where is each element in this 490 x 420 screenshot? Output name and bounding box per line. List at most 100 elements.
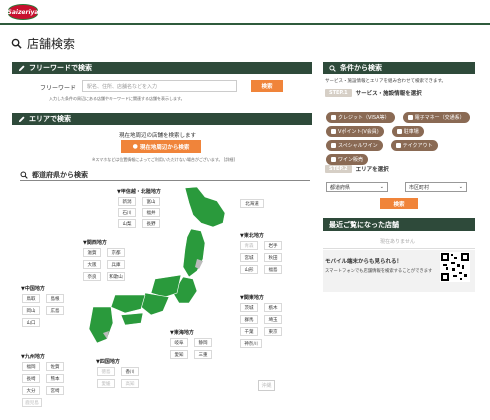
pref-kanagawa[interactable]: 神奈川: [240, 339, 262, 348]
map-kyushu[interactable]: [88, 306, 114, 344]
pref-fukui[interactable]: 福井: [142, 208, 160, 217]
chip-vpoint[interactable]: Vポイント(V会員): [326, 126, 384, 137]
pref-yamaguchi[interactable]: 山口: [22, 318, 40, 327]
pref-hyogo[interactable]: 兵庫: [107, 260, 125, 269]
recent-empty: 現在ありません: [380, 239, 415, 245]
city-select[interactable]: 市区町村 ⌄: [405, 182, 467, 192]
pref-wakayama[interactable]: 和歌山: [107, 272, 125, 281]
pencil-icon: [18, 115, 25, 122]
pref-shizuoka[interactable]: 静岡: [194, 338, 212, 347]
map-chugoku[interactable]: [110, 294, 146, 314]
pref-akita[interactable]: 秋田: [264, 253, 282, 262]
freeword-input[interactable]: 駅名、住所、店舗名などを入力: [82, 80, 237, 92]
conditions-search-button[interactable]: 検索: [380, 198, 418, 209]
pref-saitama[interactable]: 埼玉: [264, 315, 282, 324]
pref-kochi[interactable]: 高知: [121, 379, 139, 388]
pref-oita[interactable]: 大分: [22, 386, 40, 395]
checkbox-icon: [331, 157, 336, 162]
pref-ishikawa[interactable]: 石川: [118, 208, 136, 217]
page-title-text: 店舗検索: [27, 37, 76, 51]
recent-header-text: 最近ご覧になった店舗: [329, 220, 399, 229]
pencil-icon: [18, 64, 25, 71]
freeword-search-button[interactable]: 検索: [251, 80, 283, 92]
chip-takeout[interactable]: テイクアウト: [390, 140, 438, 151]
pref-shimane[interactable]: 島根: [46, 294, 64, 303]
region-kyushu-list: 福岡 佐賀 長崎 熊本 大分 宮崎 鹿児島: [22, 362, 64, 407]
pref-ehime[interactable]: 愛媛: [97, 379, 115, 388]
chip-parking[interactable]: 駐車場: [391, 126, 424, 137]
map-hokkaido[interactable]: [184, 186, 226, 228]
pref-okinawa[interactable]: 沖縄: [258, 380, 275, 391]
pref-iwate[interactable]: 岩手: [264, 241, 282, 250]
pref-kagoshima[interactable]: 鹿児島: [22, 398, 42, 407]
search-icon: [329, 64, 336, 72]
pref-kagawa[interactable]: 香川: [121, 367, 139, 376]
pref-select-value: 都道府県: [330, 184, 351, 191]
location-pin-icon: ●: [132, 143, 138, 150]
pref-tokushima[interactable]: 徳島: [97, 367, 115, 376]
map-tohoku[interactable]: [182, 228, 206, 278]
region-kanto-list: 茨城 栃木 群馬 埼玉 千葉 東京 神奈川: [240, 303, 282, 348]
recent-header: 最近ご覧になった店舗: [323, 218, 475, 231]
pref-ibaraki[interactable]: 茨城: [240, 303, 258, 312]
step1-label: サービス・施設情報を選択: [355, 91, 422, 97]
pref-header-text: 都道府県から検索: [32, 171, 88, 179]
pref-select[interactable]: 都道府県 ⌄: [326, 182, 388, 192]
pref-kyoto[interactable]: 京都: [107, 248, 125, 257]
pref-tokyo[interactable]: 東京: [264, 327, 282, 336]
pref-hokkaido[interactable]: 北海道: [240, 199, 264, 208]
pref-aomori[interactable]: 青森: [240, 241, 258, 250]
conditions-header: 条件から検索: [323, 62, 475, 74]
freeword-header: フリーワードで検索: [12, 62, 312, 74]
nearby-search-button[interactable]: ● 現在地周辺から検索: [121, 140, 201, 153]
pref-fukushima[interactable]: 福島: [264, 265, 282, 274]
nearby-text: 現在地周辺の店舗を検索します: [119, 133, 197, 139]
nearby-note: ※スマホなどは位置情報によってご利用いただけない場合がございます。 [詳細]: [92, 157, 235, 162]
pref-osaka[interactable]: 大阪: [83, 260, 101, 269]
pref-kumamoto[interactable]: 熊本: [46, 374, 64, 383]
freeword-label: フリーワード: [40, 85, 77, 92]
pref-aichi[interactable]: 愛知: [170, 350, 188, 359]
region-shikoku-title: ▼四国地方: [96, 359, 120, 365]
pref-gifu[interactable]: 岐阜: [170, 338, 188, 347]
pref-nagasaki[interactable]: 長崎: [22, 374, 40, 383]
chip-wine-sale[interactable]: ワイン販売: [326, 154, 369, 165]
step1-row: STEP.1 サービス・施設情報を選択: [325, 89, 422, 97]
search-icon: [11, 38, 22, 49]
checkbox-icon: [331, 115, 336, 120]
brand-logo[interactable]: Saizeriya: [8, 4, 38, 20]
map-shikoku[interactable]: [120, 312, 144, 326]
pref-tochigi[interactable]: 栃木: [264, 303, 282, 312]
pref-miyagi[interactable]: 宮城: [240, 253, 258, 262]
conditions-header-text: 条件から検索: [340, 64, 382, 72]
pref-divider: [20, 180, 310, 181]
chip-special-wine[interactable]: スペシャルワイン: [326, 140, 383, 151]
pref-saga[interactable]: 佐賀: [46, 362, 64, 371]
mobile-title: モバイル端末からも見られる！: [325, 259, 403, 265]
pref-okayama[interactable]: 岡山: [22, 306, 40, 315]
pref-niigata[interactable]: 新潟: [118, 197, 136, 206]
map-kansai[interactable]: [140, 292, 170, 316]
chip-emoney[interactable]: 電子マネー（交通系）: [402, 112, 470, 123]
nearby-button-label: 現在地周辺から検索: [139, 144, 190, 151]
chip-credit[interactable]: クレジット（VISA等）: [326, 112, 395, 123]
pref-yamagata[interactable]: 山形: [240, 265, 258, 274]
region-kanto-title: ▼関東地方: [240, 295, 264, 301]
pref-yamanashi[interactable]: 山梨: [118, 219, 136, 228]
step2-label: エリアを選択: [355, 167, 389, 173]
pref-shiga[interactable]: 滋賀: [83, 248, 101, 257]
pref-gunma[interactable]: 群馬: [240, 315, 258, 324]
pref-fukuoka[interactable]: 福岡: [22, 362, 40, 371]
pref-hiroshima[interactable]: 広島: [46, 306, 64, 315]
pref-nara[interactable]: 奈良: [83, 272, 101, 281]
qr-code-icon: [440, 252, 470, 282]
pref-toyama[interactable]: 富山: [142, 197, 160, 206]
pref-miyazaki[interactable]: 宮崎: [46, 386, 64, 395]
pref-tottori[interactable]: 鳥取: [22, 294, 40, 303]
pref-nagano[interactable]: 長野: [142, 219, 160, 228]
pref-chiba[interactable]: 千葉: [240, 327, 258, 336]
conditions-desc: サービス・施設情報とエリアを組み合わせて検索できます。: [325, 79, 447, 84]
pref-mie[interactable]: 三重: [194, 350, 212, 359]
checkbox-icon: [331, 143, 336, 148]
checkbox-icon: [395, 143, 401, 148]
